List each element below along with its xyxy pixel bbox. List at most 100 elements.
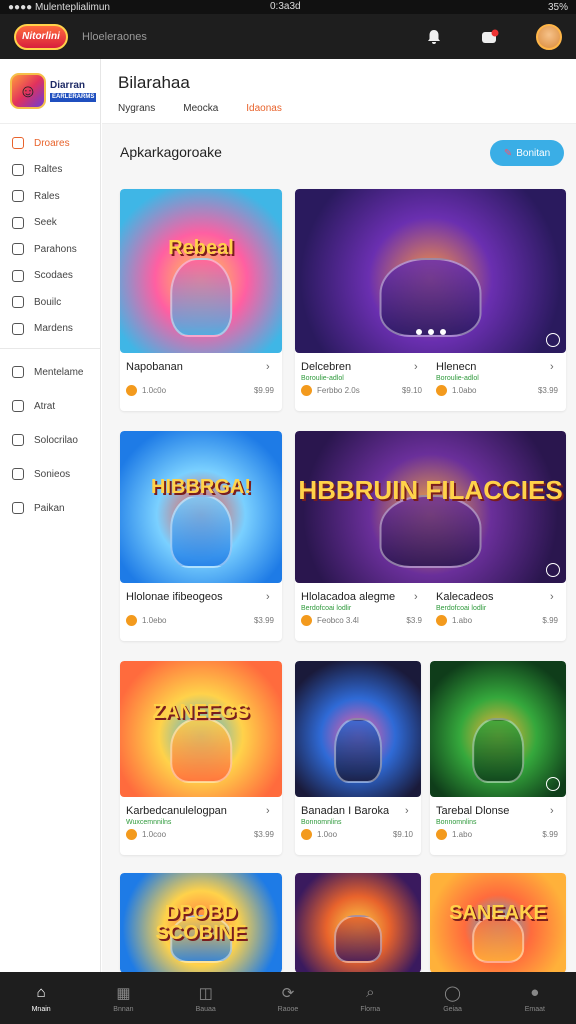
sidebar-item-icon (12, 163, 24, 176)
game-price: $.99 (542, 830, 558, 839)
sidebar-app-header[interactable]: ☺ Diarran EARLERARMS (0, 59, 100, 124)
game-meta: 1.0ebo $3.99 (126, 615, 274, 626)
game-title: Banadan I Baroka (301, 805, 390, 817)
notification-bell-icon[interactable] (424, 27, 444, 47)
sidebar-item-label: Seek (34, 217, 57, 229)
bottom-nav-item-4[interactable]: ⌕ Florna (340, 984, 400, 1013)
chevron-right-icon[interactable]: › (550, 361, 554, 373)
carousel-dots[interactable] (415, 329, 446, 335)
game-title: Delcebren (301, 361, 352, 373)
section-action-button[interactable]: ✎ Bonitan (490, 140, 564, 166)
game-card[interactable]: DPOBD SCOBINE (120, 873, 282, 973)
chevron-right-icon[interactable]: › (414, 591, 418, 603)
sidebar-item-label: Parahons (34, 243, 77, 255)
chevron-right-icon[interactable]: › (266, 805, 270, 817)
messages-icon[interactable] (480, 27, 500, 47)
game-rating: Ferbbo 2.0s (317, 386, 360, 395)
sidebar-item-label: Rales (34, 190, 60, 202)
sidebar-item-items2-3[interactable]: Sonieos (0, 457, 100, 491)
coin-icon (301, 829, 312, 840)
sidebar-item-items-3[interactable]: Seek (0, 210, 100, 237)
section-action-label: Bonitan (516, 147, 551, 159)
bottom-nav-item-5[interactable]: ◯ Geiaa (423, 984, 483, 1013)
sidebar-item-items-5[interactable]: Scodaes (0, 263, 100, 290)
game-card[interactable] (295, 873, 421, 973)
game-card[interactable]: ZANEEGS Karbedcanulelogpan › Wuxcemnnilns 1.… (120, 661, 282, 855)
sidebar-item-items-1[interactable]: Raltes (0, 157, 100, 184)
game-thumbnail (430, 661, 566, 797)
coin-icon (436, 829, 447, 840)
tab-1[interactable]: Meocka (183, 103, 218, 114)
game-card[interactable]: Tarebal Dlonse › Bonnomnlins 1.abo $.99 (430, 661, 566, 855)
carousel-dot[interactable] (415, 329, 422, 335)
chevron-right-icon[interactable]: › (550, 805, 554, 817)
game-card[interactable]: Banadan I Baroka › Bonnomnlins 1.0oo $9.10 (295, 661, 421, 855)
game-price: $9.99 (253, 386, 274, 395)
chevron-right-icon[interactable]: › (405, 805, 409, 817)
user-avatar[interactable] (536, 23, 562, 50)
game-card[interactable]: HIBBRGA! Hlolonae ifibeogeos › 1.0ebo $3.99 (120, 431, 282, 641)
character-illustration (379, 257, 482, 337)
game-price: $3.99 (253, 830, 274, 839)
chevron-right-icon[interactable]: › (414, 361, 418, 373)
game-card[interactable]: SANEAKE (430, 873, 566, 973)
section-header: Apkarkagoroake ✎ Bonitan (102, 124, 576, 186)
app-name: Diarran (50, 80, 86, 92)
bottom-nav-item-3[interactable]: ⟳ Raooe (258, 984, 318, 1013)
sidebar-item-items-7[interactable]: Mardens (0, 316, 100, 343)
tab-2[interactable]: Idaonas (246, 103, 282, 114)
sidebar-nav: Droares Raltes Rales Seek Parahons Scodaes Bou… (0, 124, 100, 342)
game-card[interactable]: Rebeal Napobanan › 1.0c0o $9.99 (120, 189, 282, 411)
bottom-nav-item-1[interactable]: ▦ Bnnan (93, 984, 153, 1013)
chevron-right-icon[interactable]: › (266, 591, 270, 603)
sidebar-item-items2-2[interactable]: Solocrilao (0, 423, 100, 457)
sidebar-item-items2-0[interactable]: Mentelame (0, 355, 100, 389)
top-bar: Nitorlini Hloeleraones (0, 14, 576, 59)
sidebar: ☺ Diarran EARLERARMS Droares Raltes Rales S… (0, 59, 101, 972)
game-meta: 1.0oo $9.10 (301, 829, 413, 840)
game-card-info[interactable]: Kalecadeos › Berdofcoai lodlir 1.abo $.99 (430, 583, 566, 641)
bottom-nav-label: Raooe (277, 1005, 299, 1013)
sidebar-item-label: Droares (34, 137, 70, 149)
tab-0[interactable]: Nygrans (118, 103, 155, 114)
status-carrier: ●●●● Mulenteplialimun (8, 1, 110, 13)
expand-icon[interactable] (546, 563, 560, 577)
sidebar-item-items2-1[interactable]: Atrat (0, 389, 100, 423)
coin-icon (436, 615, 447, 626)
sidebar-item-items-6[interactable]: Bouilc (0, 289, 100, 316)
bottom-nav-item-6[interactable]: ● Emaat (505, 984, 565, 1013)
coin-icon (126, 385, 137, 396)
expand-icon[interactable] (546, 333, 560, 347)
carousel-dot[interactable] (427, 329, 434, 335)
carousel-dot[interactable] (439, 329, 446, 335)
game-subtitle: Berdofcoai lodlir (301, 605, 352, 612)
sidebar-item-items-2[interactable]: Rales (0, 183, 100, 210)
chevron-right-icon[interactable]: › (550, 591, 554, 603)
sidebar-item-icon (12, 216, 24, 229)
game-title: Hlolonae ifibeogeos (126, 591, 223, 603)
sidebar-item-items2-4[interactable]: Paikan (0, 491, 100, 525)
sidebar-item-icon (12, 434, 24, 446)
game-card-info[interactable]: Hlenecn › Boroulie-adlol 1.0abo $3.99 (430, 353, 566, 411)
sidebar-item-label: Paikan (34, 502, 65, 514)
sidebar-item-icon (12, 322, 24, 335)
character-illustration (334, 718, 382, 784)
game-rating: 1.0ebo (142, 616, 167, 625)
sidebar-item-icon (12, 137, 24, 150)
game-title: Hlolacadoa alegme (301, 591, 396, 603)
store-icon: ▦ (116, 984, 131, 1002)
game-subtitle: Boroulie-adlol (436, 375, 479, 382)
expand-icon[interactable] (546, 777, 560, 791)
game-rating: 1.0c0o (142, 386, 167, 395)
chevron-right-icon[interactable]: › (266, 361, 270, 373)
brand-logo[interactable]: Nitorlini (14, 23, 68, 50)
game-subtitle: Boroulie-adlol (301, 375, 344, 382)
game-logo-text: HIBBRGA! (151, 475, 251, 498)
sidebar-item-items-0[interactable]: Droares (0, 130, 100, 157)
bottom-nav-item-0[interactable]: ⌂ Mnain (11, 984, 71, 1013)
character-illustration (170, 257, 232, 337)
sidebar-item-items-4[interactable]: Parahons (0, 236, 100, 263)
bottom-nav-item-2[interactable]: ◫ Bauaa (176, 984, 236, 1013)
game-thumbnail (295, 661, 421, 797)
sidebar-item-icon (12, 269, 24, 282)
